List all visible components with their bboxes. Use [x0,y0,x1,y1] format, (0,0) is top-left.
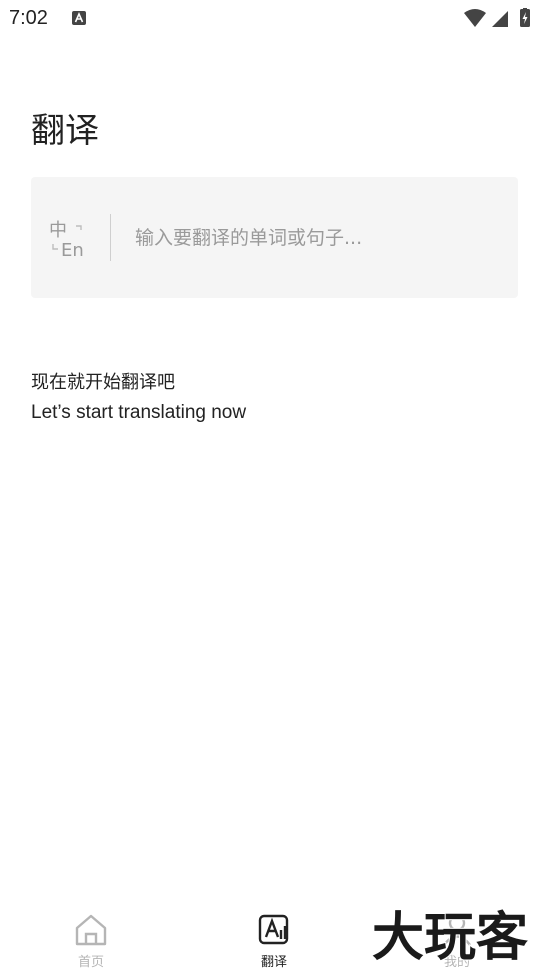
watermark-text: 大玩客 [372,908,528,967]
status-icons [464,8,530,27]
translate-input[interactable] [135,222,495,254]
status-bar: 7:02 [0,0,549,38]
translate-input-card[interactable]: 中 En [31,177,518,298]
page-title: 翻译 [31,111,99,151]
lang-badge-bottom: En [61,240,84,260]
wifi-icon [464,9,486,27]
prompt-text-cn: 现在就开始翻译吧 [31,372,175,393]
input-divider [110,214,111,261]
prompt-text-en: Let’s start translating now [31,402,247,423]
signal-icon [492,11,508,27]
language-switch-icon[interactable]: 中 En [49,216,89,260]
nav-item-home[interactable]: 首页 [46,905,136,977]
notification-a-icon [72,11,86,25]
nav-item-translate[interactable]: 翻译 [229,905,319,977]
lang-badge-top: 中 [49,220,67,241]
watermark-logo: 大玩客 [372,907,529,967]
nav-label-translate: 翻译 [260,955,287,970]
battery-charging-icon [520,8,530,27]
translate-icon [258,914,289,945]
home-icon [75,914,107,946]
status-time: 7:02 [9,7,48,29]
nav-label-home: 首页 [77,955,104,970]
